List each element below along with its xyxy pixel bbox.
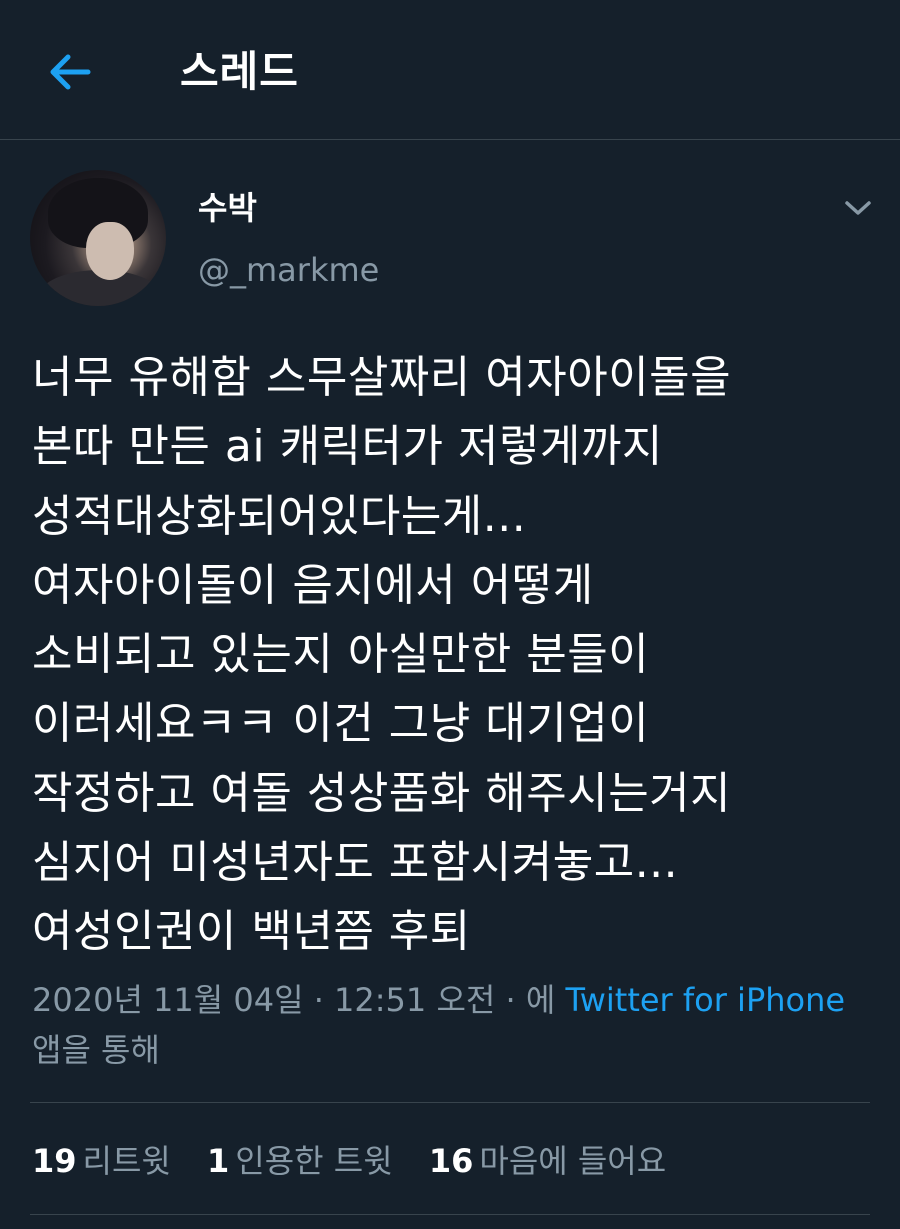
- arrow-left-icon: [50, 54, 91, 90]
- tweet-text-line: 심지어 미성년자도 포함시켜놓고...: [32, 837, 679, 889]
- tweet-text-line: 성적대상화되어있다는게...: [32, 490, 527, 542]
- retweets-stat[interactable]: 19 리트윗: [32, 1136, 171, 1186]
- tweet-text-line: 이러세요ㅋㅋ 이건 그냥 대기업이: [32, 698, 650, 750]
- quotes-stat[interactable]: 1 인용한 트윗: [207, 1136, 393, 1186]
- page-title: 스레드: [180, 47, 299, 96]
- divider: [30, 1102, 870, 1103]
- tweet-text-line: 여자아이돌이 음지에서 어떻게: [32, 559, 594, 611]
- source-suffix: 앱을 통해: [32, 1031, 160, 1069]
- user-handle[interactable]: @_markme: [198, 250, 379, 290]
- source-link[interactable]: Twitter for iPhone: [565, 981, 845, 1019]
- likes-stat[interactable]: 16 마음에 들어요: [429, 1136, 666, 1186]
- tweet-timestamp[interactable]: 2020년 11월 04일 · 12:51 오전 · 에: [32, 981, 565, 1019]
- likes-count: 16: [428, 1142, 474, 1180]
- avatar-face: [86, 222, 134, 280]
- tweet-text-line: 작정하고 여돌 성상품화 해주시는거지: [32, 767, 732, 819]
- tweet-text-line: 여성인권이 백년쯤 후퇴: [32, 906, 471, 958]
- divider: [30, 1214, 870, 1215]
- back-button[interactable]: [42, 48, 98, 96]
- engagement-stats: 19 리트윗 1 인용한 트윗 16 마음에 들어요: [32, 1136, 692, 1186]
- top-bar: 스레드: [0, 0, 900, 140]
- tweet-menu-button[interactable]: [838, 190, 878, 226]
- likes-label: 마음에 들어요: [479, 1142, 667, 1180]
- avatar[interactable]: [30, 170, 166, 306]
- chevron-down-icon: [845, 201, 871, 215]
- tweet-text-line: 본따 만든 ai 캐릭터가 저렇게까지: [32, 421, 663, 473]
- quotes-label: 인용한 트윗: [235, 1142, 393, 1180]
- retweets-count: 19: [32, 1142, 77, 1180]
- retweets-label: 리트윗: [82, 1142, 171, 1180]
- display-name[interactable]: 수박: [198, 188, 257, 228]
- tweet-text-line: 너무 유해함 스무살짜리 여자아이돌을: [32, 352, 732, 403]
- quotes-count: 1: [207, 1142, 230, 1180]
- tweet-meta: 2020년 11월 04일 · 12:51 오전 · 에 Twitter for…: [32, 975, 872, 1075]
- tweet-text: 너무 유해함 스무살짜리 여자아이돌을 본따 만든 ai 캐릭터가 저렇게까지 …: [32, 343, 882, 967]
- tweet-text-line: 소비되고 있는지 아실만한 분들이: [32, 629, 650, 681]
